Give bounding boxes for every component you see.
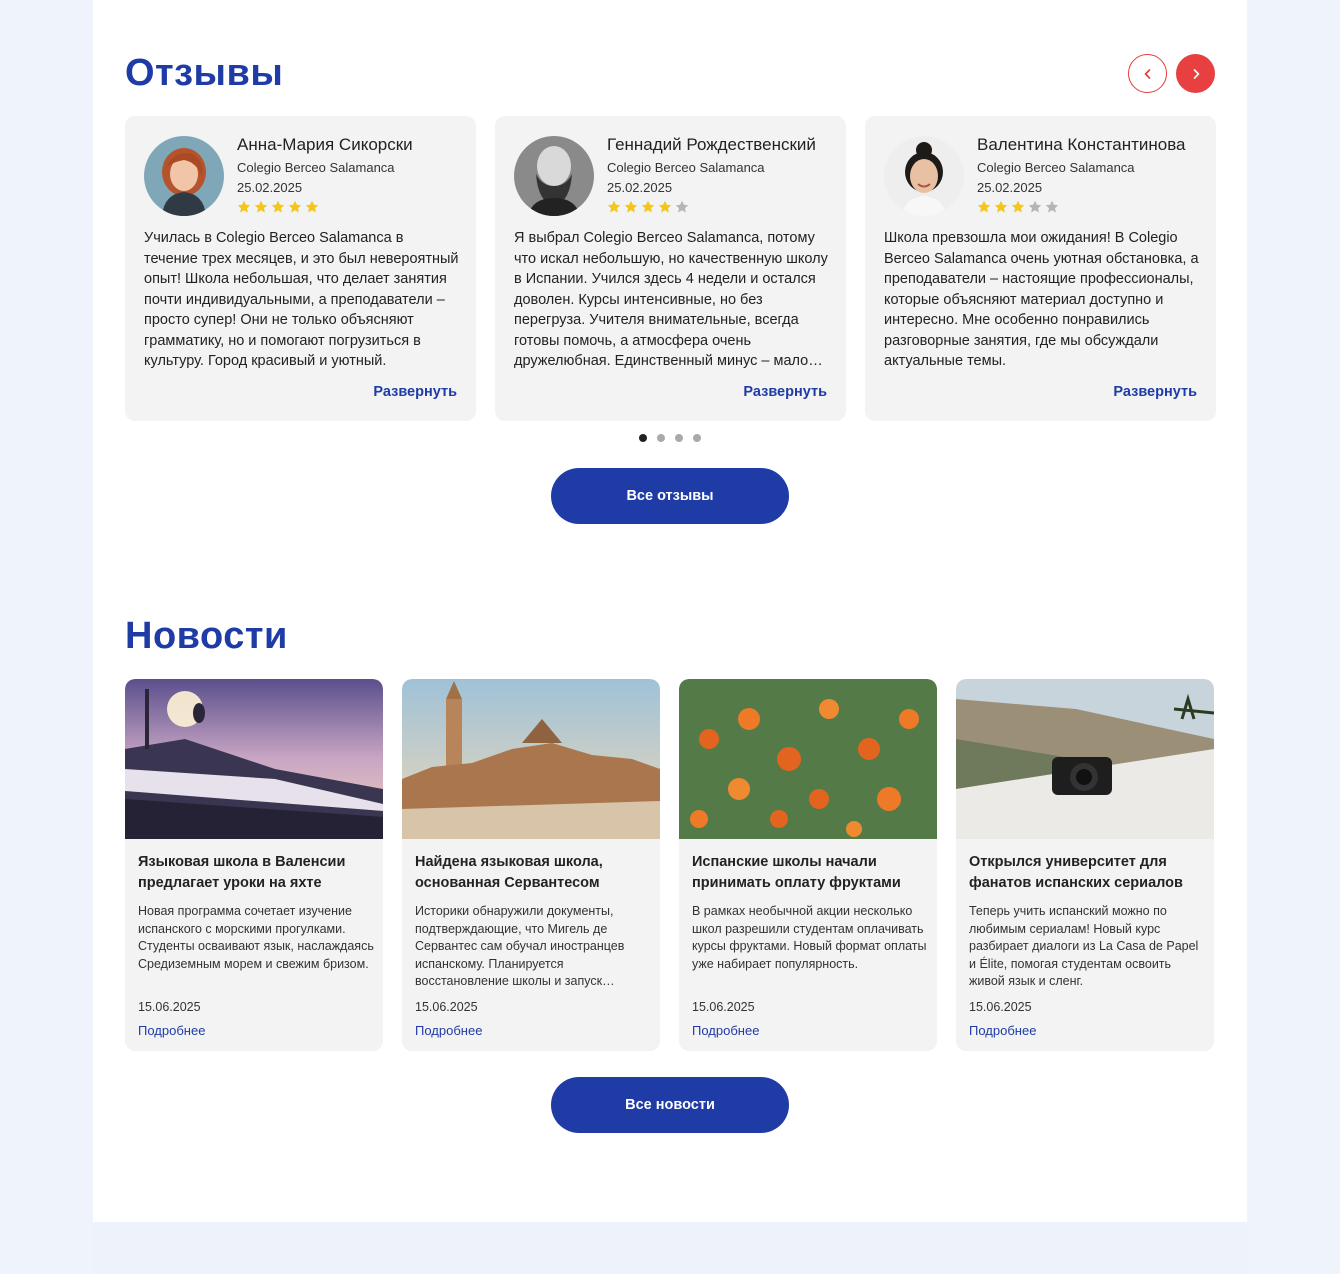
star-empty-icon bbox=[675, 200, 689, 213]
rating-stars bbox=[237, 200, 319, 214]
all-reviews-button[interactable]: Все отзывы bbox=[551, 468, 789, 524]
review-text: Училась в Colegio Berceo Salamanca в теч… bbox=[144, 230, 459, 369]
news-more-link[interactable]: Подробнее bbox=[138, 1023, 205, 1038]
review-text: Я выбрал Colegio Berceo Salamanca, потом… bbox=[514, 230, 828, 369]
news-more-link[interactable]: Подробнее bbox=[969, 1023, 1036, 1038]
news-card[interactable]: Языковая школа в Валенсии предлагает уро… bbox=[125, 679, 383, 1051]
star-filled-icon bbox=[994, 200, 1008, 213]
review-text: Школа превзошла мои ожидания! В Colegio … bbox=[884, 230, 1199, 369]
reviews-prev-button[interactable] bbox=[1128, 54, 1167, 93]
chevron-left-icon bbox=[1144, 68, 1150, 79]
star-filled-icon bbox=[624, 200, 638, 213]
news-summary: Историки обнаружили документы, подтвержд… bbox=[415, 904, 625, 989]
news-summary: В рамках необычной акции несколько школ … bbox=[692, 904, 927, 971]
star-filled-icon bbox=[305, 200, 319, 213]
reviewer-name: Геннадий Рождественский bbox=[607, 135, 816, 154]
pagination-dot[interactable] bbox=[657, 434, 665, 442]
avatar bbox=[514, 136, 594, 216]
pagination-dot[interactable] bbox=[639, 434, 647, 442]
review-date: 25.02.2025 bbox=[237, 180, 303, 195]
star-empty-icon bbox=[1028, 200, 1042, 213]
reviewer-school: Colegio Berceo Salamanca bbox=[977, 160, 1135, 175]
camera-coast-image bbox=[956, 679, 1214, 839]
review-card: Валентина Константинова Colegio Berceo S… bbox=[865, 116, 1216, 421]
seville-cathedral-image bbox=[402, 679, 660, 839]
news-date: 15.06.2025 bbox=[138, 1000, 201, 1014]
avatar bbox=[144, 136, 224, 216]
pagination-dot[interactable] bbox=[693, 434, 701, 442]
reviews-pagination bbox=[639, 434, 701, 442]
review-card: Анна-Мария Сикорски Colegio Berceo Salam… bbox=[125, 116, 476, 421]
rating-stars bbox=[607, 200, 689, 214]
expand-review-link[interactable]: Развернуть bbox=[1113, 384, 1197, 400]
star-filled-icon bbox=[977, 200, 991, 213]
news-date: 15.06.2025 bbox=[692, 1000, 755, 1014]
news-date: 15.06.2025 bbox=[969, 1000, 1032, 1014]
star-filled-icon bbox=[641, 200, 655, 213]
orange-tree-image bbox=[679, 679, 937, 839]
news-card[interactable]: Открылся университет для фанатов испанск… bbox=[956, 679, 1214, 1051]
star-filled-icon bbox=[658, 200, 672, 213]
news-headline: Языковая школа в Валенсии предлагает уро… bbox=[138, 854, 346, 891]
news-headline: Найдена языковая школа, основанная Серва… bbox=[415, 854, 603, 891]
reviewer-name: Анна-Мария Сикорски bbox=[237, 135, 413, 154]
review-date: 25.02.2025 bbox=[977, 180, 1043, 195]
reviewer-school: Colegio Berceo Salamanca bbox=[607, 160, 765, 175]
news-card[interactable]: Найдена языковая школа, основанная Серва… bbox=[402, 679, 660, 1051]
news-title: Новости bbox=[125, 615, 288, 657]
footer-strip bbox=[93, 1222, 1247, 1274]
news-more-link[interactable]: Подробнее bbox=[692, 1023, 759, 1038]
news-headline: Испанские школы начали принимать оплату … bbox=[692, 854, 901, 891]
all-news-button[interactable]: Все новости bbox=[551, 1077, 789, 1133]
star-filled-icon bbox=[288, 200, 302, 213]
review-card: Геннадий Рождественский Colegio Berceo S… bbox=[495, 116, 846, 421]
expand-review-link[interactable]: Развернуть bbox=[373, 384, 457, 400]
avatar bbox=[884, 136, 964, 216]
news-more-link[interactable]: Подробнее bbox=[415, 1023, 482, 1038]
reviews-next-button[interactable] bbox=[1176, 54, 1215, 93]
star-filled-icon bbox=[271, 200, 285, 213]
star-filled-icon bbox=[254, 200, 268, 213]
news-card[interactable]: Испанские школы начали принимать оплату … bbox=[679, 679, 937, 1051]
yacht-image bbox=[125, 679, 383, 839]
chevron-right-icon bbox=[1193, 68, 1199, 79]
star-filled-icon bbox=[1011, 200, 1025, 213]
reviews-title: Отзывы bbox=[125, 52, 284, 94]
expand-review-link[interactable]: Развернуть bbox=[743, 384, 827, 400]
star-filled-icon bbox=[237, 200, 251, 213]
reviewer-name: Валентина Константинова bbox=[977, 135, 1186, 154]
review-date: 25.02.2025 bbox=[607, 180, 673, 195]
star-filled-icon bbox=[607, 200, 621, 213]
news-headline: Открылся университет для фанатов испанск… bbox=[969, 854, 1183, 891]
news-date: 15.06.2025 bbox=[415, 1000, 478, 1014]
reviewer-school: Colegio Berceo Salamanca bbox=[237, 160, 395, 175]
star-empty-icon bbox=[1045, 200, 1059, 213]
news-summary: Новая программа сочетает изучение испанс… bbox=[138, 904, 374, 971]
rating-stars bbox=[977, 200, 1059, 214]
pagination-dot[interactable] bbox=[675, 434, 683, 442]
news-summary: Теперь учить испанский можно по любимым … bbox=[969, 904, 1199, 989]
